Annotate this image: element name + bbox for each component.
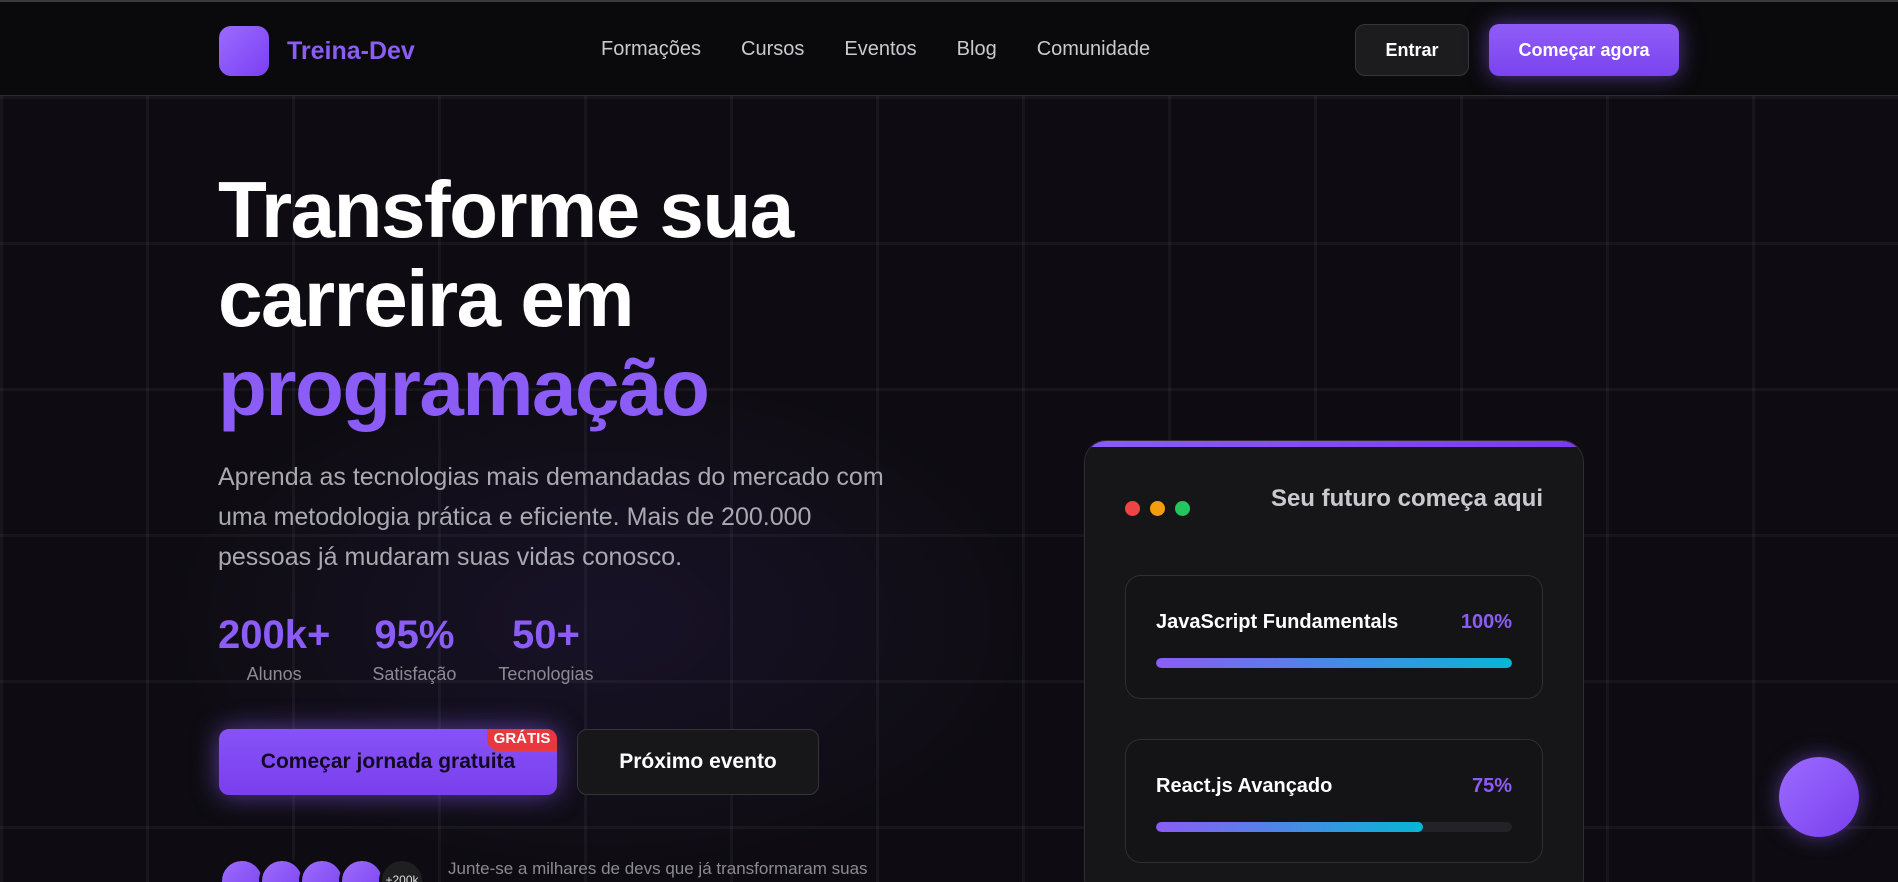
hero-title-line-1: Transforme sua <box>218 165 794 254</box>
brand-logo[interactable]: Treina-Dev <box>219 26 415 76</box>
hero-subtitle: Aprenda as tecnologias mais demandadas d… <box>218 463 884 571</box>
nav-item-eventos[interactable]: Eventos <box>844 38 916 61</box>
course-percent: 75% <box>1471 775 1512 797</box>
chat-launcher-button[interactable] <box>1779 757 1859 837</box>
red-dot-icon <box>1125 501 1140 516</box>
course-progress-item[interactable]: React.js Avançado 75% <box>1125 739 1543 863</box>
join-text: Junte-se a milhares de devs que já trans… <box>448 859 868 878</box>
start-free-journey-label: Começar jornada gratuita <box>260 750 516 773</box>
course-name: JavaScript Fundamentals <box>1156 611 1399 633</box>
brand-name: Treina-Dev <box>287 36 415 65</box>
nav-item-comunidade[interactable]: Comunidade <box>1037 38 1150 61</box>
progress-bar-fill <box>1156 658 1512 668</box>
stat-label: Alunos <box>246 664 302 684</box>
next-event-button[interactable]: Próximo evento <box>577 729 819 795</box>
login-button[interactable]: Entrar <box>1355 24 1469 76</box>
progress-bar-fill <box>1156 822 1423 832</box>
stat-technologies: 50+ Tecnologias <box>498 612 593 685</box>
hero-title-line-2: carreira em <box>218 254 634 343</box>
stat-value: 200k+ <box>218 613 331 657</box>
get-started-button[interactable]: Começar agora <box>1489 24 1679 76</box>
site-header: Treina-Dev Formações Cursos Eventos Blog… <box>0 0 1898 96</box>
avatar-stack: +200k <box>219 858 425 882</box>
window-dots <box>1125 501 1190 516</box>
hero-title-accent: programação <box>218 343 710 432</box>
course-percent: 100% <box>1460 611 1512 633</box>
hero-stats: 200k+ Alunos 95% Satisfação 50+ Tecnolog… <box>218 612 635 685</box>
main-nav: Formações Cursos Eventos Blog Comunidade <box>601 38 1190 61</box>
yellow-dot-icon <box>1150 501 1165 516</box>
card-accent-bar <box>1085 441 1583 447</box>
avatar-count: +200k <box>379 858 425 882</box>
card-title: Seu futuro começa aqui <box>1270 485 1543 512</box>
hero-title: Transforme sua carreira em programação <box>218 165 978 432</box>
logo-icon <box>219 26 269 76</box>
stat-value: 50+ <box>512 613 580 657</box>
stat-label: Satisfação <box>372 664 457 684</box>
course-name: React.js Avançado <box>1156 775 1333 797</box>
stat-value: 95% <box>374 613 455 657</box>
green-dot-icon <box>1175 501 1190 516</box>
course-progress-item[interactable]: JavaScript Fundamentals 100% <box>1125 575 1543 699</box>
stat-label: Tecnologias <box>498 664 594 684</box>
progress-bar <box>1156 822 1512 832</box>
free-badge: GRÁTIS <box>487 729 557 751</box>
progress-bar <box>1156 658 1512 668</box>
start-free-journey-button[interactable]: Começar jornada gratuita GRÁTIS <box>219 729 557 795</box>
stat-students: 200k+ Alunos <box>218 612 330 685</box>
nav-item-cursos[interactable]: Cursos <box>741 38 804 61</box>
stat-satisfaction: 95% Satisfação <box>372 612 456 685</box>
nav-item-blog[interactable]: Blog <box>957 38 997 61</box>
progress-card: Seu futuro começa aqui JavaScript Fundam… <box>1084 440 1584 882</box>
nav-item-formacoes[interactable]: Formações <box>601 38 701 61</box>
